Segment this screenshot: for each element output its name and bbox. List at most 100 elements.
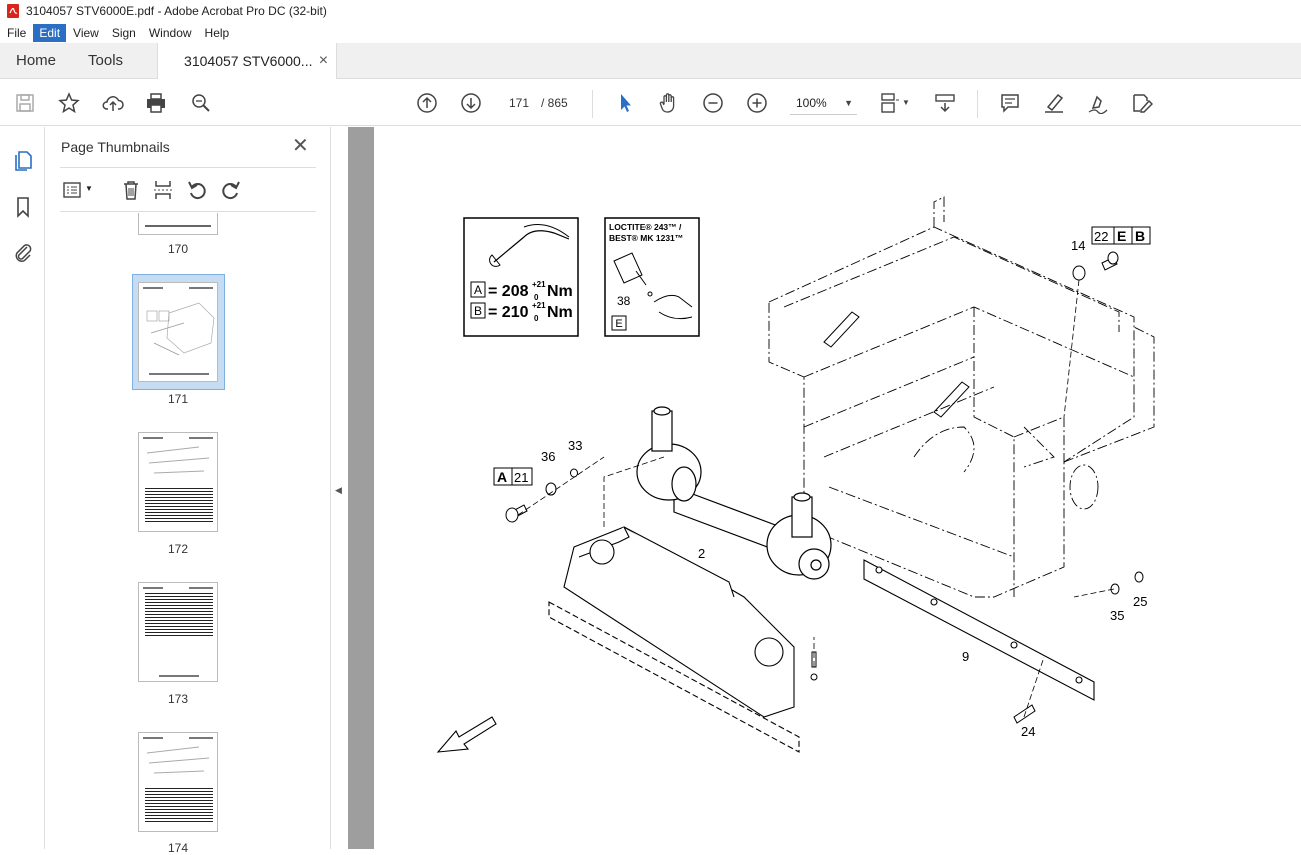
loctite-label-e: E	[615, 318, 622, 330]
torque-spec-box: A = 208 +21 0 Nm B = 210 +21 0 Nm	[463, 217, 579, 337]
previous-page-icon[interactable]	[414, 90, 440, 116]
document-viewport[interactable]: A = 208 +21 0 Nm B = 210 +21 0 Nm LOCTIT…	[348, 127, 1301, 849]
callout-35: 35	[1110, 608, 1124, 623]
star-icon[interactable]	[56, 90, 82, 116]
thumbnails-panel: Page Thumbnails ✕ ▼ 170 171 172 173 174	[46, 127, 366, 855]
chevron-down-icon[interactable]: ▼	[85, 184, 93, 193]
print-icon[interactable]	[143, 90, 169, 116]
insert-page-icon[interactable]	[150, 177, 176, 203]
chevron-down-icon[interactable]: ▼	[902, 98, 910, 107]
tab-close-icon[interactable]: ×	[319, 52, 328, 70]
title-bar: 3104057 STV6000E.pdf - Adobe Acrobat Pro…	[0, 0, 1301, 22]
torque-tolerance-sup: +21	[532, 280, 546, 289]
toolbar-divider	[592, 90, 593, 118]
callout-b: B	[1135, 228, 1145, 244]
page-number-input[interactable]	[499, 91, 539, 115]
window-title: 3104057 STV6000E.pdf - Adobe Acrobat Pro…	[26, 4, 327, 18]
fasteners	[505, 251, 1144, 724]
zoom-select[interactable]: 100% ▼	[790, 91, 857, 115]
tab-home[interactable]: Home	[0, 43, 72, 78]
chevron-down-icon: ▼	[844, 97, 853, 108]
thumbnail-label: 173	[167, 692, 189, 706]
delete-icon[interactable]	[118, 177, 144, 203]
thumbnail-page-selected[interactable]	[138, 282, 218, 382]
thumbnail-label: 170	[167, 242, 189, 256]
menu-file[interactable]: File	[1, 24, 32, 42]
page-fit-icon[interactable]	[876, 90, 902, 116]
attachment-icon[interactable]	[10, 239, 36, 265]
zoom-in-icon[interactable]	[744, 90, 770, 116]
side-bar	[863, 559, 1095, 701]
loctite-line-1: LOCTITE® 243™ /	[609, 222, 682, 232]
comment-icon[interactable]	[997, 90, 1023, 116]
callout-21: 21	[514, 470, 528, 485]
page-thumbnails-icon[interactable]	[10, 147, 36, 173]
menu-sign[interactable]: Sign	[106, 24, 142, 42]
callout-24: 24	[1021, 724, 1035, 739]
callout-9: 9	[962, 649, 969, 664]
thumbnail-label: 171	[167, 392, 189, 406]
loctite-part-number: 38	[617, 294, 631, 308]
pdf-file-icon	[7, 4, 19, 18]
rotate-left-icon[interactable]	[184, 177, 210, 203]
divider	[60, 167, 316, 168]
direction-arrow	[436, 716, 497, 753]
edit-document-icon[interactable]	[1129, 90, 1155, 116]
next-page-icon[interactable]	[458, 90, 484, 116]
save-icon[interactable]	[12, 90, 38, 116]
close-icon[interactable]: ✕	[292, 136, 309, 156]
panel-title: Page Thumbnails	[61, 139, 170, 155]
thumbnail-page[interactable]	[138, 732, 218, 832]
loctite-box: LOCTITE® 243™ / BEST® MK 1231™ 38 E	[604, 217, 700, 337]
find-zoom-icon[interactable]	[188, 90, 214, 116]
torque-unit: Nm	[547, 283, 573, 300]
menu-bar: File Edit View Sign Window Help	[0, 22, 1301, 43]
panel-collapse-strip[interactable]: ◀	[331, 127, 348, 849]
callout-a: A	[497, 469, 507, 485]
menu-view[interactable]: View	[67, 24, 105, 42]
torque-value-a: = 208	[488, 283, 529, 300]
thumbnail-label: 174	[167, 841, 189, 855]
select-cursor-icon[interactable]	[612, 90, 638, 116]
zoom-out-icon[interactable]	[700, 90, 726, 116]
thumbnail-page[interactable]	[138, 582, 218, 682]
collapse-arrow-icon[interactable]: ◀	[335, 485, 342, 496]
tab-bar: Home Tools 3104057 STV6000... ×	[0, 43, 1301, 79]
tab-document-label: 3104057 STV6000...	[184, 53, 313, 69]
callout-e: E	[1117, 228, 1126, 244]
tab-tools[interactable]: Tools	[72, 43, 139, 78]
callout-2: 2	[698, 546, 705, 561]
hand-tool-icon[interactable]	[656, 90, 682, 116]
rotate-right-icon[interactable]	[218, 177, 244, 203]
options-menu-icon[interactable]	[60, 177, 86, 203]
torque-tolerance-sup: +21	[532, 301, 546, 310]
zoom-value: 100%	[796, 95, 827, 110]
toolbar-divider	[977, 90, 978, 118]
mounting-bracket	[548, 526, 800, 753]
thumbnail-label: 172	[167, 542, 189, 556]
thumbnail-page[interactable]	[138, 432, 218, 532]
navigation-rail	[0, 127, 45, 849]
page-total: / 865	[541, 96, 568, 110]
menu-window[interactable]: Window	[143, 24, 198, 42]
scroll-mode-icon[interactable]	[932, 90, 958, 116]
upload-cloud-icon[interactable]	[100, 90, 126, 116]
thumbnail-page[interactable]	[138, 213, 218, 235]
callout-22: 22	[1094, 229, 1108, 244]
callout-33: 33	[568, 438, 582, 453]
highlight-pen-icon[interactable]	[1041, 90, 1067, 116]
torque-tolerance-sub: 0	[534, 314, 539, 323]
torque-label-b: B	[474, 304, 482, 318]
callout-36: 36	[541, 449, 555, 464]
torque-label-a: A	[474, 283, 482, 297]
sign-pen-icon[interactable]	[1085, 90, 1111, 116]
bookmark-icon[interactable]	[10, 194, 36, 220]
menu-edit[interactable]: Edit	[33, 23, 67, 42]
parts-diagram: A = 208 +21 0 Nm B = 210 +21 0 Nm LOCTIT…	[436, 196, 1155, 753]
divider	[60, 211, 316, 212]
lift-links	[823, 311, 970, 418]
loctite-line-2: BEST® MK 1231™	[609, 233, 683, 243]
callout-14: 14	[1071, 238, 1085, 253]
menu-help[interactable]: Help	[199, 24, 236, 42]
tab-document[interactable]: 3104057 STV6000... ×	[157, 43, 338, 79]
